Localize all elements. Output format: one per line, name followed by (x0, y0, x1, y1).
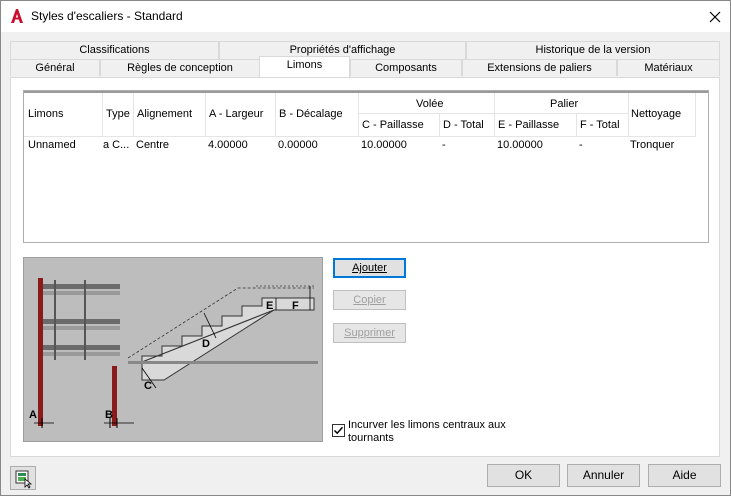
ajouter-button[interactable]: Ajouter (333, 258, 406, 278)
title-bar: Styles d'escaliers - Standard (1, 1, 730, 32)
cell-nettoyage[interactable]: Tronquer (630, 139, 674, 151)
autocad-logo-icon (11, 9, 23, 23)
cell-a-largeur[interactable]: 4.00000 (208, 139, 248, 151)
cell-b-decalage[interactable]: 0.00000 (278, 139, 318, 151)
annuler-button[interactable]: Annuler (567, 464, 640, 487)
tab-label: Propriétés d'affichage (289, 44, 396, 56)
group-header-palier: Palier (550, 98, 579, 110)
cell-f-total[interactable]: - (579, 139, 583, 151)
group-header-divider (358, 113, 628, 114)
cell-d-total[interactable]: - (442, 139, 446, 151)
col-header-nettoyage[interactable]: Nettoyage (631, 108, 681, 120)
col-divider (494, 93, 495, 136)
tab-classifications[interactable]: Classifications (10, 41, 219, 59)
col-header-a-largeur[interactable]: A - Largeur (209, 108, 263, 120)
cell-limons[interactable]: Unnamed (28, 139, 76, 151)
col-header-f-total[interactable]: F - Total (580, 119, 620, 131)
col-divider (576, 113, 577, 136)
ajouter-label: Ajouter (352, 262, 387, 274)
copier-button[interactable]: Copier (333, 290, 406, 310)
col-header-alignement[interactable]: Alignement (137, 108, 192, 120)
tab-limons[interactable]: Limons (259, 56, 350, 77)
style-manager-icon (15, 470, 33, 489)
col-divider (358, 93, 359, 136)
tab-label: Limons (286, 59, 323, 71)
stringer-preview-image: A B C D E F (23, 257, 323, 442)
cell-alignement[interactable]: Centre (136, 139, 169, 151)
window-title: Styles d'escaliers - Standard (31, 9, 183, 23)
incurver-checkbox[interactable] (332, 424, 345, 437)
close-icon (709, 11, 721, 23)
tab-label: Règles de conception (127, 62, 233, 74)
supprimer-button[interactable]: Supprimer (333, 323, 406, 343)
label-a: A (29, 409, 37, 421)
tab-label: Composants (375, 62, 437, 74)
cell-c-paillasse[interactable]: 10.00000 (361, 139, 407, 151)
label-b: B (105, 409, 113, 421)
label-f: F (292, 300, 299, 312)
tab-label: Historique de la version (535, 44, 651, 56)
copier-label: Copier (353, 294, 386, 306)
cell-type[interactable]: a C... (103, 139, 129, 151)
col-divider (628, 93, 629, 136)
limons-table[interactable]: Limons Type Alignement A - Largeur B - D… (23, 90, 709, 243)
col-header-type[interactable]: Type (106, 108, 130, 120)
tab-composants[interactable]: Composants (350, 59, 462, 76)
label-d: D (202, 338, 210, 350)
label-e: E (266, 300, 273, 312)
cell-e-paillasse[interactable]: 10.00000 (497, 139, 543, 151)
close-button[interactable] (704, 6, 726, 28)
col-divider (275, 93, 276, 136)
tab-materiaux[interactable]: Matériaux (617, 59, 720, 76)
col-divider (133, 93, 134, 136)
col-divider (439, 113, 440, 136)
col-divider (695, 93, 696, 136)
tab-label: Extensions de paliers (487, 62, 592, 74)
header-divider (24, 136, 696, 137)
ok-button[interactable]: OK (487, 464, 560, 487)
col-divider (102, 93, 103, 136)
stair-diagram: A B C D E F (29, 278, 318, 428)
aide-button[interactable]: Aide (648, 464, 721, 487)
tab-regles-conception[interactable]: Règles de conception (100, 59, 260, 76)
tab-label: Matériaux (644, 62, 693, 74)
tab-label: Général (35, 62, 75, 74)
col-header-b-decalage[interactable]: B - Décalage (279, 108, 343, 120)
incurver-label: Incurver les limons centraux aux tournan… (348, 419, 506, 444)
col-header-c-paillasse[interactable]: C - Paillasse (362, 119, 424, 131)
supprimer-label: Supprimer (344, 327, 395, 339)
col-header-d-total[interactable]: D - Total (443, 119, 484, 131)
tab-historique-version[interactable]: Historique de la version (466, 41, 720, 59)
dialog-window: Styles d'escaliers - Standard Classifica… (0, 0, 731, 496)
group-header-volee: Volée (416, 98, 444, 110)
tab-label: Classifications (79, 44, 150, 56)
label-c: C (144, 380, 152, 392)
checkmark-icon (333, 426, 344, 435)
tab-general[interactable]: Général (10, 59, 100, 76)
table-top-border (24, 91, 708, 93)
col-header-limons[interactable]: Limons (28, 108, 63, 120)
context-help-button[interactable] (10, 466, 36, 490)
tab-extensions-paliers[interactable]: Extensions de paliers (462, 59, 617, 76)
col-divider (205, 93, 206, 136)
col-header-e-paillasse[interactable]: E - Paillasse (498, 119, 559, 131)
